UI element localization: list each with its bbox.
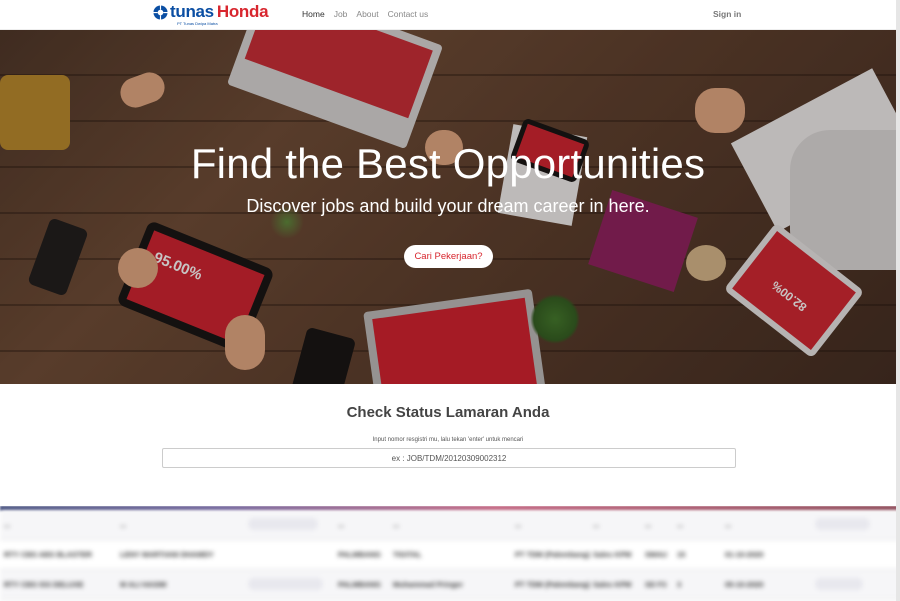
- table-cell: PT TDM (Palembang): [515, 580, 591, 589]
- table-cell: ...: [725, 520, 732, 529]
- nav-about[interactable]: About: [356, 9, 378, 19]
- table-cell: ...: [677, 520, 684, 529]
- table-cell: LENY MARTIANI DHAMDY: [120, 550, 214, 559]
- table-pill: [248, 577, 338, 592]
- table-cell: TIGITAL: [393, 550, 422, 559]
- nav-contact-us[interactable]: Contact us: [388, 9, 429, 19]
- nav-job[interactable]: Job: [334, 9, 348, 19]
- hero-title: Find the Best Opportunities: [190, 140, 706, 187]
- table-cell: ...: [120, 520, 127, 529]
- table-cell: Muhammad Pringer: [393, 580, 464, 589]
- table-cell: M ALI HASIM: [120, 580, 167, 589]
- brand-logo[interactable]: tunas Honda PT Tunas Dwipa Matra: [153, 3, 293, 27]
- table-cell: RTY CBS ABS BLASTER: [4, 550, 92, 559]
- table-cell: 05-10-2020: [725, 580, 764, 589]
- table-pill: [815, 517, 875, 532]
- table-cell: ...: [593, 520, 600, 529]
- table-cell: SD F3: [645, 580, 667, 589]
- registration-number-input[interactable]: [162, 448, 736, 468]
- brand-subtitle: PT Tunas Dwipa Matra: [177, 21, 218, 26]
- table-cell: Sales KPM: [593, 580, 632, 589]
- brand-honda-text: Honda: [216, 2, 269, 21]
- brand-tunas-text: tunas: [170, 2, 214, 21]
- table-cell: 3: [677, 580, 682, 589]
- hero-subtitle: Discover jobs and build your dream caree…: [246, 196, 650, 216]
- table-cell: PALMBANG: [338, 580, 381, 589]
- table-cell: 15: [677, 550, 686, 559]
- table-cell: 01-10-2020: [725, 550, 764, 559]
- sign-in-link[interactable]: Sign in: [713, 9, 741, 19]
- table-cell: RTY CBS ISS DELUXE: [4, 580, 84, 589]
- table-row: ... ... ... ... ... ... ... ... ...: [0, 510, 900, 540]
- table-cell: SMAU: [645, 550, 668, 559]
- nav-links: Home Job About Contact us: [302, 9, 428, 19]
- table-cell: Sales KPM: [593, 550, 632, 559]
- table-cell: ...: [338, 520, 345, 529]
- status-check-title: Check Status Lamaran Anda: [346, 404, 550, 421]
- table-cell: ...: [4, 520, 11, 529]
- table-cell: PT TDM (Palembang): [515, 550, 591, 559]
- table-cell: ...: [645, 520, 652, 529]
- job-table-preview: ... ... ... ... ... ... ... ... ... RTY …: [0, 506, 900, 601]
- navbar: tunas Honda PT Tunas Dwipa Matra Home Jo…: [0, 0, 900, 30]
- table-rows: ... ... ... ... ... ... ... ... ... RTY …: [0, 510, 900, 600]
- table-row: RTY CBS ISS DELUXE M ALI HASIM PALMBANG …: [0, 570, 900, 600]
- tunas-globe-icon: [153, 4, 168, 20]
- hero-banner: 95.00% 82.00% Find the Best Opportunitie…: [0, 30, 896, 384]
- table-pill: [248, 517, 338, 532]
- find-job-button[interactable]: Cari Pekerjaan?: [404, 245, 493, 268]
- table-cell: PALMBANG: [338, 550, 381, 559]
- nav-home[interactable]: Home: [302, 9, 325, 19]
- page-scrollbar[interactable]: [896, 0, 900, 601]
- table-cell: ...: [515, 520, 522, 529]
- table-pill: [815, 577, 875, 592]
- table-cell: ...: [393, 520, 400, 529]
- table-row: RTY CBS ABS BLASTER LENY MARTIANI DHAMDY…: [0, 540, 900, 570]
- status-check-hint: Input nomor resgistri mu, lalu tekan 'en…: [372, 437, 524, 443]
